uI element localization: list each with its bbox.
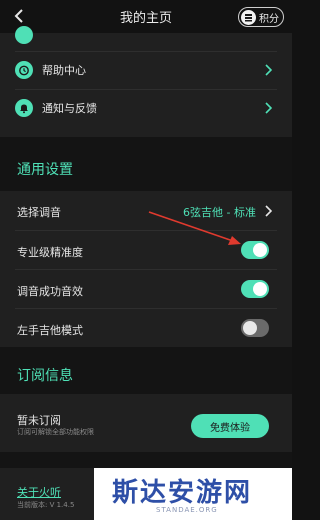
section-gap (0, 452, 292, 468)
settings-card: 选择调音 6弦吉他 - 标准 专业级精准度 调音成功音效 左手吉他模式 (0, 191, 292, 347)
subscription-card: 暂未订阅 订阅可解锁全部功能权限 免费体验 (0, 394, 292, 452)
tuning-value: 6弦吉他 - 标准 (183, 206, 256, 219)
toggle-label: 左手吉他模式 (17, 324, 83, 337)
menu-item-help[interactable]: 帮助中心 (0, 52, 292, 88)
free-trial-button[interactable]: 免费体验 (191, 414, 269, 438)
toggle-knob (253, 282, 267, 296)
toggle-label: 调音成功音效 (17, 285, 83, 298)
clock-icon (15, 61, 33, 79)
toggle-label: 专业级精准度 (17, 246, 83, 259)
bell-icon (15, 99, 33, 117)
toggle-row-sound: 调音成功音效 (0, 270, 292, 309)
menu-item-partial[interactable] (0, 17, 292, 53)
section-header-subscription: 订阅信息 (0, 347, 292, 394)
subscription-status: 暂未订阅 (17, 414, 61, 427)
toggle-row-precision: 专业级精准度 (0, 231, 292, 270)
chevron-right-icon (265, 64, 272, 76)
menu-item-notifications[interactable]: 通知与反馈 (0, 90, 292, 126)
menu-partial-icon (15, 26, 33, 44)
tuning-row[interactable]: 选择调音 6弦吉他 - 标准 (0, 191, 292, 230)
chevron-right-icon (265, 205, 272, 217)
watermark-subtext: STANDAE.ORG (156, 506, 218, 514)
tuning-label: 选择调音 (17, 206, 61, 219)
left-hand-toggle[interactable] (241, 319, 269, 337)
toggle-knob (253, 243, 267, 257)
menu-item-label: 帮助中心 (42, 64, 86, 77)
watermark-text: 斯达安游网 (112, 478, 253, 508)
section-header-general: 通用设置 (0, 137, 292, 191)
subscription-description: 订阅可解锁全部功能权限 (17, 428, 94, 436)
menu-card: 帮助中心 通知与反馈 (0, 26, 292, 137)
chevron-right-icon (265, 102, 272, 114)
success-sound-toggle[interactable] (241, 280, 269, 298)
section-title: 订阅信息 (17, 368, 73, 384)
watermark-logo: 斯达安游网 STANDAE.ORG (94, 468, 292, 520)
toggle-row-lefthand: 左手吉他模式 (0, 309, 292, 348)
section-title: 通用设置 (17, 162, 73, 178)
toggle-knob (243, 321, 257, 335)
version-text: 当前版本: V 1.4.5 (17, 501, 75, 509)
menu-item-label: 通知与反馈 (42, 102, 97, 115)
precision-toggle[interactable] (241, 241, 269, 259)
about-link[interactable]: 关于火听 (17, 484, 61, 500)
